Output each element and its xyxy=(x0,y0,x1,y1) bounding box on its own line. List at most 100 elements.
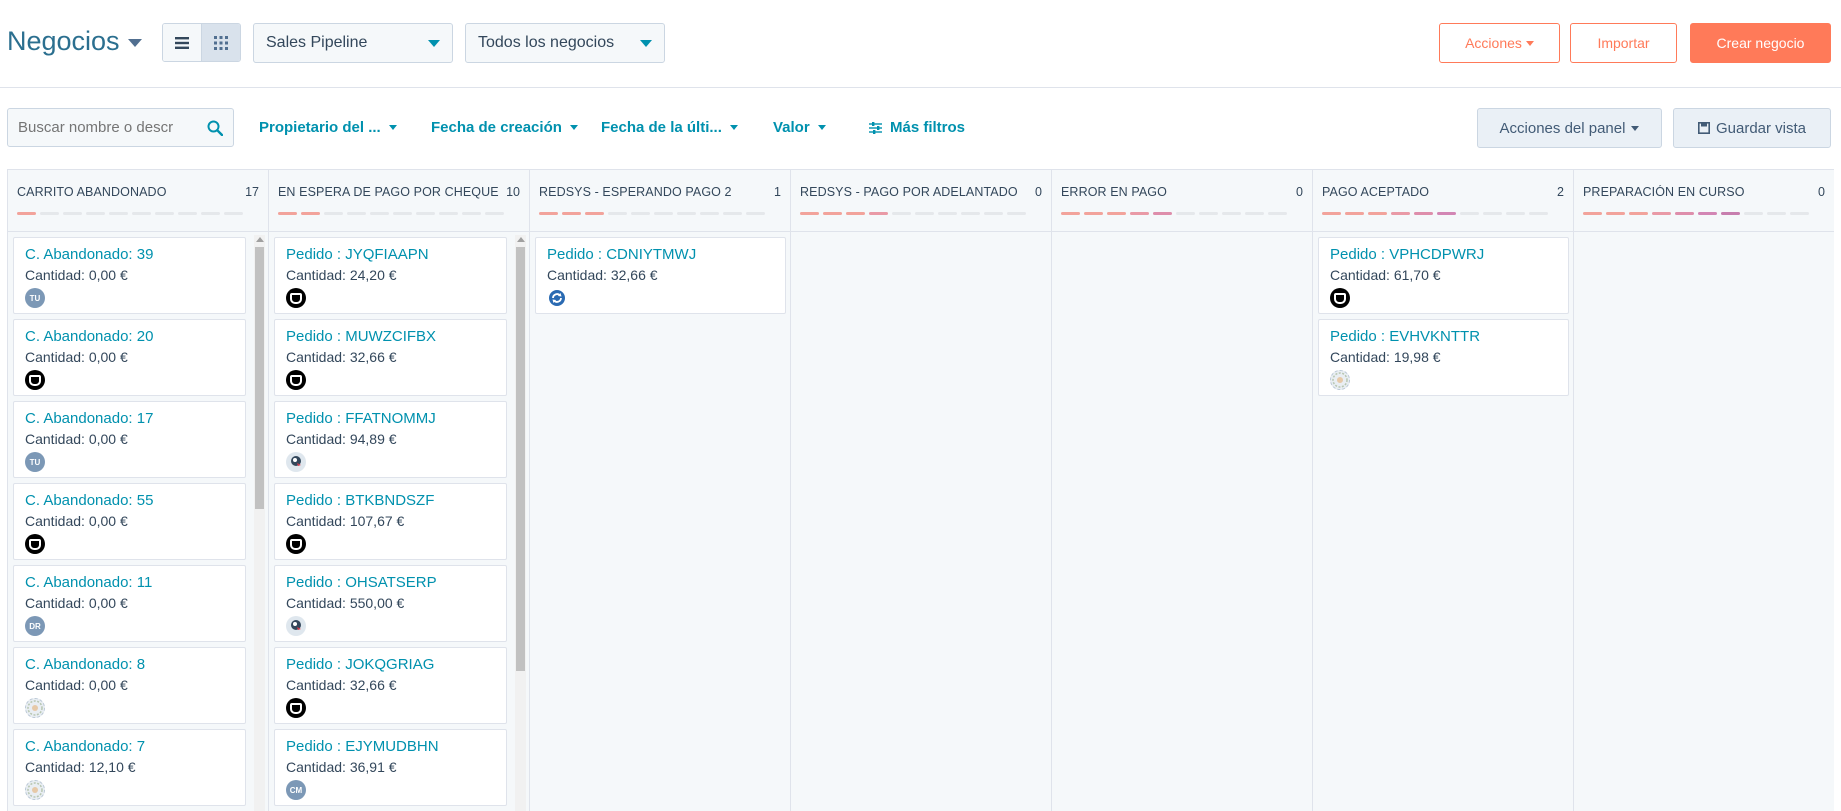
deal-card[interactable]: Pedido : EJYMUDBHN Cantidad: 36,91 € CM xyxy=(274,729,507,806)
deal-card[interactable]: Pedido : JOKQGRIAG Cantidad: 32,66 € xyxy=(274,647,507,724)
value-filter[interactable]: Valor xyxy=(773,119,826,136)
deal-card[interactable]: Pedido : MUWZCIFBX Cantidad: 32,66 € xyxy=(274,319,507,396)
last-activity-filter[interactable]: Fecha de la últi... xyxy=(601,119,738,136)
scrollbar-thumb[interactable] xyxy=(516,247,525,671)
list-view-button[interactable] xyxy=(163,24,201,61)
progress-segment xyxy=(1107,212,1126,215)
deal-card[interactable]: C. Abandonado: 17 Cantidad: 0,00 € TU xyxy=(13,401,246,478)
progress-segment xyxy=(347,212,366,215)
deal-card[interactable]: C. Abandonado: 7 Cantidad: 12,10 € xyxy=(13,729,246,806)
import-button[interactable]: Importar xyxy=(1570,23,1677,63)
scrollbar-thumb[interactable] xyxy=(255,247,264,509)
panel-actions-button[interactable]: Acciones del panel xyxy=(1477,108,1662,148)
progress-segment xyxy=(462,212,481,215)
owner-filter[interactable]: Propietario del ... xyxy=(259,119,397,136)
owner-avatar[interactable] xyxy=(25,698,45,718)
owner-avatar[interactable]: TU xyxy=(25,288,45,308)
column-scrollbar[interactable] xyxy=(254,235,265,811)
deal-card-title[interactable]: C. Abandonado: 20 xyxy=(25,328,234,345)
deal-card[interactable]: C. Abandonado: 55 Cantidad: 0,00 € xyxy=(13,483,246,560)
deal-card-title[interactable]: Pedido : VPHCDPWRJ xyxy=(1330,246,1557,263)
progress-segment xyxy=(562,212,581,215)
page-title: Negocios xyxy=(7,26,120,56)
deal-card[interactable]: C. Abandonado: 11 Cantidad: 0,00 € DR xyxy=(13,565,246,642)
owner-avatar[interactable] xyxy=(25,534,45,554)
deal-card-title[interactable]: Pedido : CDNIYTMWJ xyxy=(547,246,774,263)
progress-segment xyxy=(654,212,673,215)
scroll-up-arrow-icon[interactable] xyxy=(255,237,264,242)
owner-avatar[interactable]: DR xyxy=(25,616,45,636)
progress-segment xyxy=(1245,212,1264,215)
deal-card[interactable]: C. Abandonado: 39 Cantidad: 0,00 € TU xyxy=(13,237,246,314)
last-activity-filter-label: Fecha de la últi... xyxy=(601,119,722,136)
column-cards: Pedido : JYQFIAAPN Cantidad: 24,20 € Pedid… xyxy=(269,233,529,811)
owner-avatar[interactable] xyxy=(1330,288,1350,308)
progress-segment xyxy=(86,212,105,215)
owner-avatar[interactable]: TU xyxy=(25,452,45,472)
more-filters-button[interactable]: Más filtros xyxy=(869,119,965,136)
owner-avatar[interactable] xyxy=(25,370,45,390)
pipeline-select-value: Sales Pipeline xyxy=(266,34,368,51)
page-header: Negocios Sales Pipeline Todos los negoci… xyxy=(0,0,1841,88)
scroll-up-arrow-icon[interactable] xyxy=(516,237,525,242)
deal-card[interactable]: Pedido : EVHVKNTTR Cantidad: 19,98 € xyxy=(1318,319,1569,396)
deal-card-amount: Cantidad: 0,00 € xyxy=(25,595,128,611)
deal-card-title[interactable]: Pedido : JYQFIAAPN xyxy=(286,246,495,263)
created-date-filter[interactable]: Fecha de creación xyxy=(431,119,578,136)
deal-card[interactable]: Pedido : FFATNOMMJ Cantidad: 94,89 € xyxy=(274,401,507,478)
deal-card-title[interactable]: Pedido : FFATNOMMJ xyxy=(286,410,495,427)
search-input[interactable] xyxy=(18,119,188,136)
column-count: 17 xyxy=(245,185,259,199)
search-icon[interactable] xyxy=(207,120,223,136)
save-view-button[interactable]: Guardar vista xyxy=(1673,108,1831,148)
owner-avatar[interactable] xyxy=(286,698,306,718)
pipeline-select[interactable]: Sales Pipeline xyxy=(253,23,453,63)
actions-button[interactable]: Acciones xyxy=(1439,23,1560,63)
deal-card[interactable]: C. Abandonado: 20 Cantidad: 0,00 € xyxy=(13,319,246,396)
owner-avatar[interactable]: CM xyxy=(286,780,306,800)
column-cards xyxy=(1574,233,1834,811)
owner-avatar[interactable] xyxy=(547,288,567,308)
actions-button-label: Acciones xyxy=(1465,35,1522,51)
deal-card-title[interactable]: C. Abandonado: 8 xyxy=(25,656,234,673)
caret-down-icon xyxy=(127,38,142,47)
deal-card-title[interactable]: Pedido : EVHVKNTTR xyxy=(1330,328,1557,345)
owner-avatar[interactable] xyxy=(286,616,306,636)
column-scrollbar[interactable] xyxy=(515,235,526,811)
owner-avatar[interactable] xyxy=(286,534,306,554)
deal-card-title[interactable]: Pedido : EJYMUDBHN xyxy=(286,738,495,755)
progress-segment xyxy=(1529,212,1548,215)
deal-card-amount: Cantidad: 0,00 € xyxy=(25,267,128,283)
deal-card-amount: Cantidad: 32,66 € xyxy=(286,677,397,693)
create-deal-button[interactable]: Crear negocio xyxy=(1690,23,1831,63)
deal-card-title[interactable]: Pedido : MUWZCIFBX xyxy=(286,328,495,345)
deal-card[interactable]: Pedido : JYQFIAAPN Cantidad: 24,20 € xyxy=(274,237,507,314)
page-title-dropdown[interactable]: Negocios xyxy=(7,26,142,57)
deal-card-title[interactable]: C. Abandonado: 7 xyxy=(25,738,234,755)
deals-filter-select[interactable]: Todos los negocios xyxy=(465,23,665,63)
deal-card[interactable]: Pedido : BTKBNDSZF Cantidad: 107,67 € xyxy=(274,483,507,560)
deal-card[interactable]: Pedido : CDNIYTMWJ Cantidad: 32,66 € xyxy=(535,237,786,314)
deal-card-title[interactable]: C. Abandonado: 17 xyxy=(25,410,234,427)
deal-card-title[interactable]: Pedido : OHSATSERP xyxy=(286,574,495,591)
owner-avatar[interactable] xyxy=(286,370,306,390)
progress-segment xyxy=(746,212,765,215)
deal-card-title[interactable]: Pedido : JOKQGRIAG xyxy=(286,656,495,673)
list-icon xyxy=(175,36,189,49)
deal-card-title[interactable]: C. Abandonado: 39 xyxy=(25,246,234,263)
save-view-label: Guardar vista xyxy=(1715,119,1807,137)
caret-down-icon xyxy=(388,125,397,130)
owner-avatar[interactable] xyxy=(1330,370,1350,390)
progress-segment xyxy=(178,212,197,215)
deal-card-title[interactable]: Pedido : BTKBNDSZF xyxy=(286,492,495,509)
deal-card-title[interactable]: C. Abandonado: 55 xyxy=(25,492,234,509)
owner-avatar[interactable] xyxy=(286,452,306,472)
deal-card[interactable]: C. Abandonado: 8 Cantidad: 0,00 € xyxy=(13,647,246,724)
owner-avatar[interactable] xyxy=(25,780,45,800)
board-view-button[interactable] xyxy=(201,24,240,61)
owner-avatar[interactable] xyxy=(286,288,306,308)
progress-segment xyxy=(301,212,320,215)
deal-card[interactable]: Pedido : OHSATSERP Cantidad: 550,00 € xyxy=(274,565,507,642)
deal-card[interactable]: Pedido : VPHCDPWRJ Cantidad: 61,70 € xyxy=(1318,237,1569,314)
deal-card-title[interactable]: C. Abandonado: 11 xyxy=(25,574,234,591)
